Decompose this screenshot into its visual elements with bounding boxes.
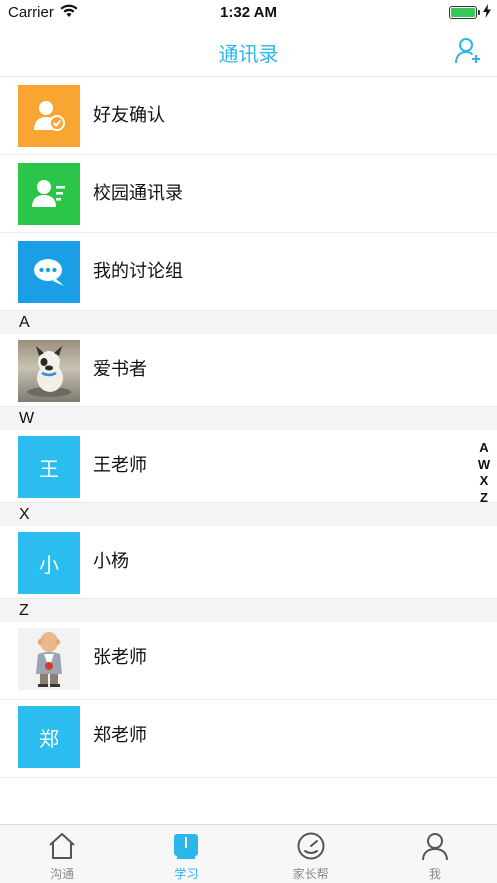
avatar bbox=[18, 340, 80, 402]
tab-label: 我 bbox=[428, 867, 441, 881]
avatar: 小 bbox=[18, 532, 80, 594]
contact-name: 爱书者 bbox=[93, 359, 147, 380]
contact-row[interactable]: 张老师 bbox=[0, 622, 497, 700]
contact-row[interactable]: 爱书者 bbox=[0, 334, 497, 407]
battery-icon bbox=[449, 6, 480, 19]
add-contact-icon[interactable] bbox=[453, 36, 483, 66]
navigation-bar: 通讯录 bbox=[0, 26, 497, 77]
charging-icon bbox=[483, 4, 491, 18]
contact-row[interactable]: 郑 郑老师 bbox=[0, 700, 497, 778]
status-bar: Carrier 1:32 AM bbox=[0, 0, 497, 26]
tab-parent-help[interactable]: 家长帮 bbox=[249, 825, 373, 883]
campus-contacts-row[interactable]: 校园通讯录 bbox=[0, 155, 497, 233]
tab-me[interactable]: 我 bbox=[373, 825, 497, 883]
section-header-a: A bbox=[0, 311, 497, 334]
avatar: 王 bbox=[18, 436, 80, 498]
tab-label: 学习 bbox=[174, 867, 199, 881]
campus-contacts-label: 校园通讯录 bbox=[93, 183, 183, 204]
section-header-x: X bbox=[0, 503, 497, 526]
friend-confirm-row[interactable]: 好友确认 bbox=[0, 77, 497, 155]
avatar bbox=[18, 628, 80, 690]
index-letter-w[interactable]: W bbox=[477, 457, 491, 474]
index-letter-z[interactable]: Z bbox=[477, 490, 491, 507]
index-letter-a[interactable]: A bbox=[477, 440, 491, 457]
contact-name: 小杨 bbox=[93, 551, 129, 572]
tab-communicate[interactable]: 沟通 bbox=[0, 825, 124, 883]
contact-name: 张老师 bbox=[93, 647, 147, 668]
gauge-icon bbox=[297, 832, 325, 860]
contact-row[interactable]: 小 小杨 bbox=[0, 526, 497, 599]
chat-bubble-icon bbox=[18, 241, 80, 303]
tab-study[interactable]: 学习 bbox=[124, 825, 248, 883]
clock: 1:32 AM bbox=[220, 4, 277, 21]
contact-list: 好友确认 校园通讯录 我的讨论组 A 爱书者 W 王 王老师 X 小 小杨 Z … bbox=[0, 77, 497, 778]
tab-label: 沟通 bbox=[50, 867, 75, 881]
contact-name: 郑老师 bbox=[93, 725, 147, 746]
section-header-w: W bbox=[0, 407, 497, 430]
discussion-groups-label: 我的讨论组 bbox=[93, 261, 183, 282]
alphabet-index[interactable]: A W X Z bbox=[477, 440, 491, 506]
friend-confirm-icon bbox=[18, 85, 80, 147]
page-title: 通讯录 bbox=[218, 42, 279, 66]
book-icon bbox=[174, 834, 199, 859]
friend-confirm-label: 好友确认 bbox=[93, 105, 165, 126]
contact-row[interactable]: 王 王老师 bbox=[0, 430, 497, 503]
tab-label: 家长帮 bbox=[292, 867, 329, 881]
home-icon bbox=[49, 833, 75, 859]
section-header-z: Z bbox=[0, 599, 497, 622]
person-icon bbox=[421, 833, 448, 861]
avatar: 郑 bbox=[18, 706, 80, 768]
campus-contacts-icon bbox=[18, 163, 80, 225]
contact-name: 王老师 bbox=[93, 455, 147, 476]
tab-bar: 沟通 学习 家长帮 我 bbox=[0, 824, 497, 883]
discussion-groups-row[interactable]: 我的讨论组 bbox=[0, 233, 497, 311]
index-letter-x[interactable]: X bbox=[477, 473, 491, 490]
